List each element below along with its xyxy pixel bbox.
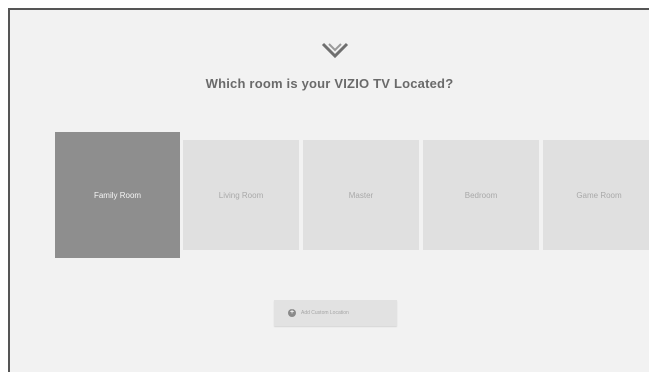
vizio-chevron-logo-icon: [321, 42, 349, 59]
room-tile-living-room[interactable]: Living Room: [183, 140, 299, 250]
add-custom-location-label: Add Custom Location: [301, 310, 349, 316]
room-selector: Family Room Living Room Master Bedroom G…: [55, 132, 649, 258]
room-label: Living Room: [218, 190, 264, 200]
room-tile-game-room[interactable]: Game Room: [543, 140, 649, 250]
room-tile-bedroom[interactable]: Bedroom: [423, 140, 539, 250]
room-tile-family-room[interactable]: Family Room: [55, 132, 180, 258]
room-label: Family Room: [93, 190, 142, 200]
tv-setup-screen: Which room is your VIZIO TV Located? Fam…: [8, 8, 649, 372]
room-label: Game Room: [576, 190, 622, 200]
page-title: Which room is your VIZIO TV Located?: [205, 76, 454, 91]
room-tile-master[interactable]: Master: [303, 140, 419, 250]
room-label: Master: [348, 190, 374, 200]
room-label: Bedroom: [464, 190, 498, 200]
add-custom-location-button[interactable]: + Add Custom Location: [274, 300, 397, 326]
plus-circle-icon: +: [288, 309, 296, 317]
